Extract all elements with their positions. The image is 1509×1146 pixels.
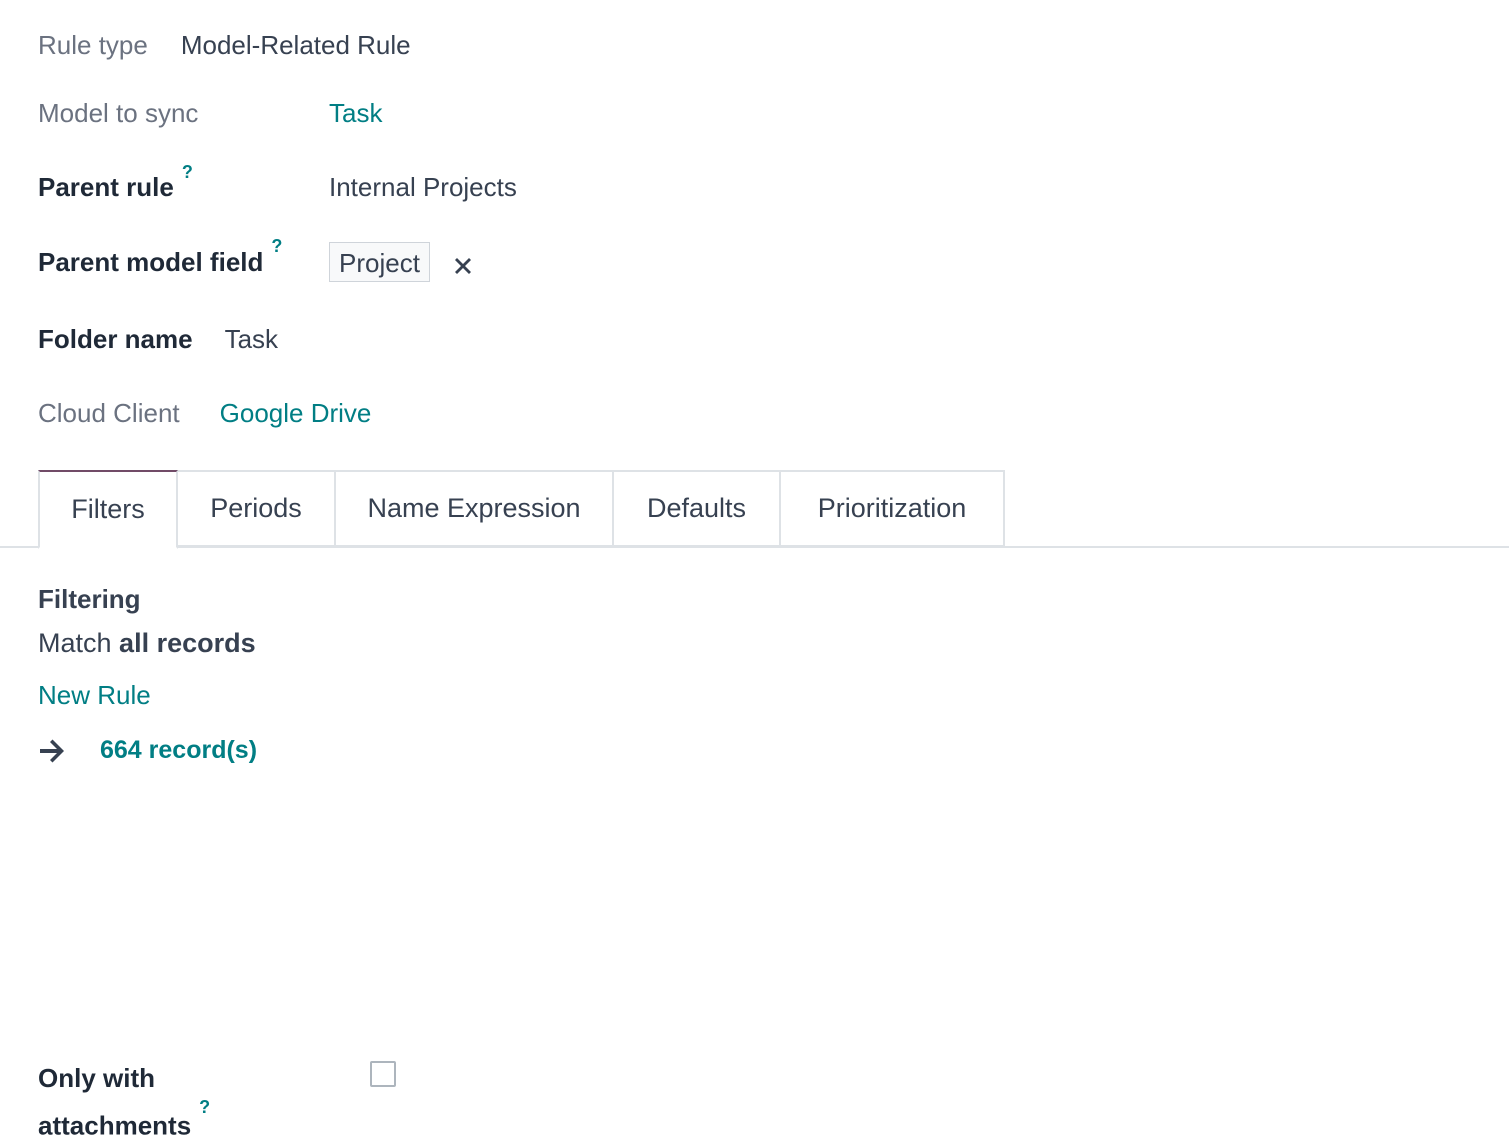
tab-name-expression[interactable]: Name Expression (336, 470, 614, 547)
match-prefix: Match (38, 628, 112, 658)
folder-name-value[interactable]: Task (225, 324, 278, 355)
parent-rule-row: Parent rule? Internal Projects (38, 162, 517, 203)
parent-rule-label: Parent rule (38, 172, 174, 202)
rule-type-row: Rule type Model-Related Rule (38, 30, 411, 61)
parent-model-field-label-wrap: Parent model field? (38, 236, 329, 278)
cloud-client-label: Cloud Client (38, 398, 180, 428)
only-with-attachments-line1: Only with (38, 1063, 155, 1093)
model-to-sync-link[interactable]: Task (329, 98, 382, 129)
only-with-attachments-checkbox[interactable] (370, 1061, 396, 1087)
match-scope: all records (119, 628, 256, 658)
parent-model-field-tag[interactable]: Project (329, 242, 430, 282)
folder-name-row: Folder name Task (38, 324, 278, 355)
cloud-client-link[interactable]: Google Drive (220, 398, 372, 429)
records-row: 664 record(s) (38, 736, 257, 765)
notebook-tabs: Filters Periods Name Expression Defaults… (38, 470, 1005, 549)
parent-rule-label-wrap: Parent rule? (38, 162, 329, 203)
model-to-sync-label: Model to sync (38, 98, 199, 128)
close-x-icon[interactable] (452, 255, 474, 277)
match-description: Match all records (38, 628, 256, 659)
new-rule-link[interactable]: New Rule (38, 680, 151, 711)
rule-type-value: Model-Related Rule (180, 30, 411, 60)
records-count-link[interactable]: 664 record(s) (100, 736, 257, 765)
model-to-sync-row: Model to sync Task (38, 98, 382, 129)
form-view: Rule type Model-Related Rule Model to sy… (0, 0, 1509, 1146)
tab-periods[interactable]: Periods (178, 470, 336, 547)
only-with-attachments-label: Only with attachments? (38, 1058, 298, 1146)
parent-model-field-label: Parent model field (38, 246, 264, 277)
parent-rule-help-icon[interactable]: ? (182, 162, 193, 182)
parent-model-field-help-icon[interactable]: ? (271, 236, 282, 256)
parent-model-field-row: Parent model field? Project (38, 236, 474, 282)
filtering-title: Filtering (38, 584, 141, 614)
only-with-attachments-line2: attachments (38, 1110, 192, 1141)
arrow-right-icon (40, 739, 64, 762)
tab-prioritization[interactable]: Prioritization (781, 470, 1005, 547)
tab-filters[interactable]: Filters (38, 470, 178, 549)
folder-name-label: Folder name (38, 324, 193, 354)
rule-type-label: Rule type (38, 30, 148, 60)
parent-rule-value[interactable]: Internal Projects (329, 172, 517, 203)
tab-defaults[interactable]: Defaults (614, 470, 781, 547)
cloud-client-row: Cloud Client Google Drive (38, 398, 371, 429)
only-with-attachments-help-icon[interactable]: ? (199, 1097, 210, 1117)
